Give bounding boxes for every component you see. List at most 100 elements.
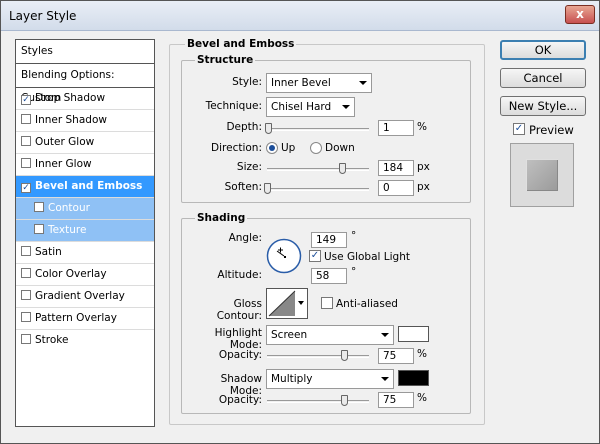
styles-header[interactable]: Styles (16, 40, 154, 64)
depth-slider[interactable] (265, 123, 369, 134)
style-item-gradient-overlay[interactable]: Gradient Overlay (16, 286, 154, 308)
style-item-label: Satin (35, 246, 62, 258)
size-slider[interactable] (267, 163, 369, 174)
style-item-label: Drop Shadow (35, 92, 106, 104)
technique-select[interactable]: Chisel Hard (266, 97, 355, 117)
anti-aliased-label: Anti-aliased (336, 298, 398, 310)
preview-checkbox[interactable]: ✓ (513, 123, 525, 135)
checkbox-icon[interactable] (21, 158, 31, 168)
highlight-color-swatch[interactable] (398, 326, 429, 342)
style-item-inner-glow[interactable]: Inner Glow (16, 154, 154, 176)
style-item-label: Pattern Overlay (35, 312, 117, 324)
window-title: Layer Style (9, 9, 77, 23)
soften-slider-thumb[interactable] (264, 183, 271, 194)
soften-input[interactable]: 0 (378, 180, 414, 196)
style-select-value: Inner Bevel (271, 77, 331, 89)
style-item-pattern-overlay[interactable]: Pattern Overlay (16, 308, 154, 330)
style-item-satin[interactable]: Satin (16, 242, 154, 264)
style-item-color-overlay[interactable]: Color Overlay (16, 264, 154, 286)
technique-label: Technique: (205, 100, 262, 112)
gloss-contour-picker[interactable] (266, 288, 308, 319)
highlight-mode-value: Screen (271, 329, 308, 341)
shading-title: Shading (195, 212, 248, 224)
size-input[interactable]: 184 (378, 160, 414, 176)
highlight-opacity-slider[interactable] (267, 350, 369, 361)
angle-dial-icon (266, 238, 302, 274)
style-preview-thumbnail (510, 143, 574, 207)
altitude-input[interactable]: 58 (311, 268, 347, 284)
highlight-opacity-input[interactable]: 75 (378, 348, 414, 364)
checkbox-icon[interactable] (21, 312, 31, 322)
technique-select-value: Chisel Hard (271, 101, 332, 113)
shadow-opacity-thumb[interactable] (340, 395, 348, 406)
ok-button[interactable]: OK (500, 40, 586, 60)
style-item-bevel-and-emboss[interactable]: ✓ Bevel and Emboss (16, 176, 154, 198)
altitude-label: Altitude: (217, 269, 262, 281)
chevron-down-icon (381, 333, 389, 337)
checkbox-icon[interactable] (21, 268, 31, 278)
anti-aliased-checkbox[interactable] (321, 297, 333, 309)
direction-up-label: Up (281, 142, 296, 154)
highlight-mode-select[interactable]: Screen (266, 325, 394, 345)
use-global-light-checkbox[interactable]: ✓ (309, 250, 321, 262)
checkbox-icon[interactable]: ✓ (21, 95, 31, 105)
style-item-label: Texture (48, 224, 87, 236)
checkbox-icon[interactable]: ✓ (21, 183, 31, 193)
style-item-label: Color Overlay (35, 268, 107, 280)
shadow-opacity-slider[interactable] (267, 395, 369, 406)
direction-down-label: Down (325, 142, 355, 154)
angle-dial[interactable] (266, 238, 302, 274)
checkbox-icon[interactable] (21, 136, 31, 146)
shadow-mode-select[interactable]: Multiply (266, 369, 394, 389)
style-item-drop-shadow[interactable]: ✓ Drop Shadow (16, 88, 154, 110)
depth-label: Depth: (226, 121, 262, 133)
gloss-contour-label: Gloss Contour: (216, 298, 262, 322)
checkbox-icon[interactable] (21, 290, 31, 300)
size-label: Size: (236, 161, 262, 173)
soften-slider[interactable] (264, 183, 369, 194)
checkbox-icon[interactable] (21, 334, 31, 344)
highlight-opacity-thumb[interactable] (340, 350, 348, 361)
style-select[interactable]: Inner Bevel (266, 73, 372, 93)
direction-label: Direction: (211, 142, 262, 154)
cancel-button[interactable]: Cancel (500, 68, 586, 88)
depth-slider-thumb[interactable] (265, 123, 273, 134)
checkbox-icon[interactable] (34, 202, 44, 212)
size-slider-thumb[interactable] (339, 163, 347, 174)
checkbox-icon[interactable] (34, 224, 44, 234)
shadow-opacity-input[interactable]: 75 (378, 392, 414, 408)
direction-down-radio[interactable] (310, 142, 322, 154)
blending-options-item[interactable]: Blending Options: Custom (16, 64, 154, 104)
chevron-down-icon (359, 81, 367, 85)
style-item-label: Stroke (35, 334, 69, 346)
style-item-label: Outer Glow (35, 136, 95, 148)
layer-style-dialog: Layer Style x Styles Blending Options: C… (0, 0, 600, 444)
checkbox-icon[interactable] (21, 246, 31, 256)
shadow-color-swatch[interactable] (398, 370, 429, 386)
use-global-light-label: Use Global Light (324, 251, 410, 263)
highlight-mode-label: Highlight Mode: (214, 327, 262, 351)
depth-input[interactable]: 1 (378, 120, 414, 136)
shadow-opacity-unit: % (417, 392, 427, 404)
preview-label: Preview (529, 123, 574, 137)
style-item-inner-shadow[interactable]: Inner Shadow (16, 110, 154, 132)
angle-input[interactable]: 149 (311, 232, 347, 248)
new-style-button[interactable]: New Style... (500, 96, 586, 116)
contour-linear-icon (268, 290, 296, 317)
close-button[interactable]: x (565, 5, 595, 24)
style-item-texture[interactable]: Texture (16, 220, 154, 242)
altitude-unit: ° (351, 266, 357, 278)
highlight-opacity-label: Opacity: (218, 349, 262, 361)
style-item-label: Contour (48, 202, 90, 214)
checkbox-icon[interactable] (21, 114, 31, 124)
chevron-down-icon (342, 105, 350, 109)
style-item-label: Inner Glow (35, 158, 92, 170)
style-item-label: Gradient Overlay (35, 290, 125, 302)
style-item-stroke[interactable]: Stroke (16, 330, 154, 352)
styles-list: Styles Blending Options: Custom ✓ Drop Sh… (15, 39, 155, 427)
soften-unit: px (417, 181, 430, 193)
direction-up-radio[interactable] (266, 142, 278, 154)
style-item-outer-glow[interactable]: Outer Glow (16, 132, 154, 154)
style-item-contour[interactable]: Contour (16, 198, 154, 220)
style-label: Style: (232, 76, 262, 88)
